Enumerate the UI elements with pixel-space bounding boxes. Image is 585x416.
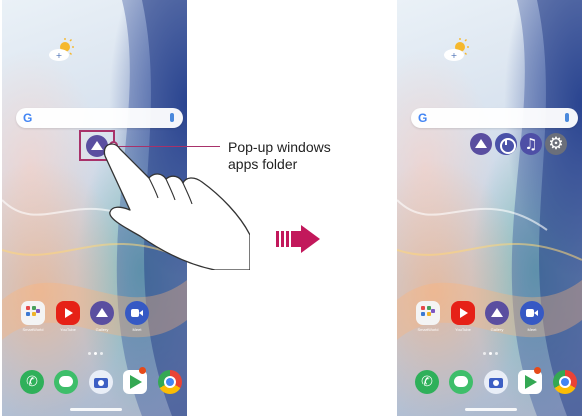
smart-world-icon bbox=[416, 301, 440, 325]
play-store-icon[interactable] bbox=[123, 367, 147, 394]
mic-icon[interactable] bbox=[170, 113, 174, 122]
app-gallery[interactable]: Gallery bbox=[88, 301, 116, 332]
clock-icon[interactable] bbox=[495, 133, 517, 155]
youtube-icon bbox=[56, 301, 80, 325]
app-label: YouTube bbox=[60, 327, 76, 332]
phone-icon[interactable] bbox=[415, 370, 439, 394]
meet-icon bbox=[125, 301, 149, 325]
gesture-nav-bar[interactable] bbox=[70, 408, 122, 411]
tapping-hand-illustration bbox=[103, 143, 250, 270]
gallery-icon bbox=[90, 301, 114, 325]
page-indicator bbox=[88, 352, 103, 355]
app-label: YouTube bbox=[455, 327, 471, 332]
google-logo: G bbox=[418, 111, 428, 125]
phone-icon[interactable] bbox=[20, 370, 44, 394]
app-meet[interactable]: Meet bbox=[518, 301, 546, 332]
app-gallery[interactable]: Gallery bbox=[483, 301, 511, 332]
svg-text:+: + bbox=[451, 51, 458, 60]
meet-icon bbox=[520, 301, 544, 325]
app-label: Gallery bbox=[95, 327, 109, 332]
app-label: SmartWorld bbox=[417, 327, 439, 332]
app-smartworld[interactable]: SmartWorld bbox=[19, 301, 47, 332]
popup-windows-folder-expanded bbox=[470, 133, 567, 155]
smart-world-icon bbox=[21, 301, 45, 325]
gallery-icon bbox=[485, 301, 509, 325]
music-icon[interactable] bbox=[520, 133, 542, 155]
google-search-bar[interactable]: G bbox=[16, 108, 183, 128]
phone-screen-after: + G SmartWorld YouTube Gallery Meet bbox=[397, 0, 582, 416]
gesture-nav-bar[interactable] bbox=[465, 408, 517, 411]
app-meet[interactable]: Meet bbox=[123, 301, 151, 332]
svg-text:+: + bbox=[56, 51, 63, 60]
google-logo: G bbox=[23, 111, 33, 125]
camera-icon[interactable] bbox=[484, 370, 508, 394]
weather-icon[interactable]: + bbox=[441, 36, 471, 66]
weather-icon[interactable]: + bbox=[46, 36, 76, 66]
chrome-icon[interactable] bbox=[553, 370, 577, 394]
app-youtube[interactable]: YouTube bbox=[449, 301, 477, 332]
play-store-icon[interactable] bbox=[518, 367, 542, 394]
google-search-bar[interactable]: G bbox=[411, 108, 578, 128]
messages-icon[interactable] bbox=[54, 370, 78, 394]
youtube-icon bbox=[451, 301, 475, 325]
app-label: Meet bbox=[527, 327, 537, 332]
app-youtube[interactable]: YouTube bbox=[54, 301, 82, 332]
popup-windows-folder-icon[interactable] bbox=[470, 133, 492, 155]
dock bbox=[397, 367, 582, 398]
camera-icon[interactable] bbox=[89, 370, 113, 394]
messages-icon[interactable] bbox=[449, 370, 473, 394]
mic-icon[interactable] bbox=[565, 113, 569, 122]
app-smartworld[interactable]: SmartWorld bbox=[414, 301, 442, 332]
dock bbox=[2, 367, 187, 398]
settings-icon[interactable] bbox=[545, 133, 567, 155]
page-indicator bbox=[483, 352, 498, 355]
home-app-row: SmartWorld YouTube Gallery Meet bbox=[2, 301, 187, 341]
chrome-icon[interactable] bbox=[158, 370, 182, 394]
app-label: Gallery bbox=[490, 327, 504, 332]
app-label: Meet bbox=[132, 327, 142, 332]
app-label: SmartWorld bbox=[22, 327, 44, 332]
next-step-arrow-icon bbox=[276, 225, 320, 253]
home-app-row: SmartWorld YouTube Gallery Meet bbox=[397, 301, 582, 341]
